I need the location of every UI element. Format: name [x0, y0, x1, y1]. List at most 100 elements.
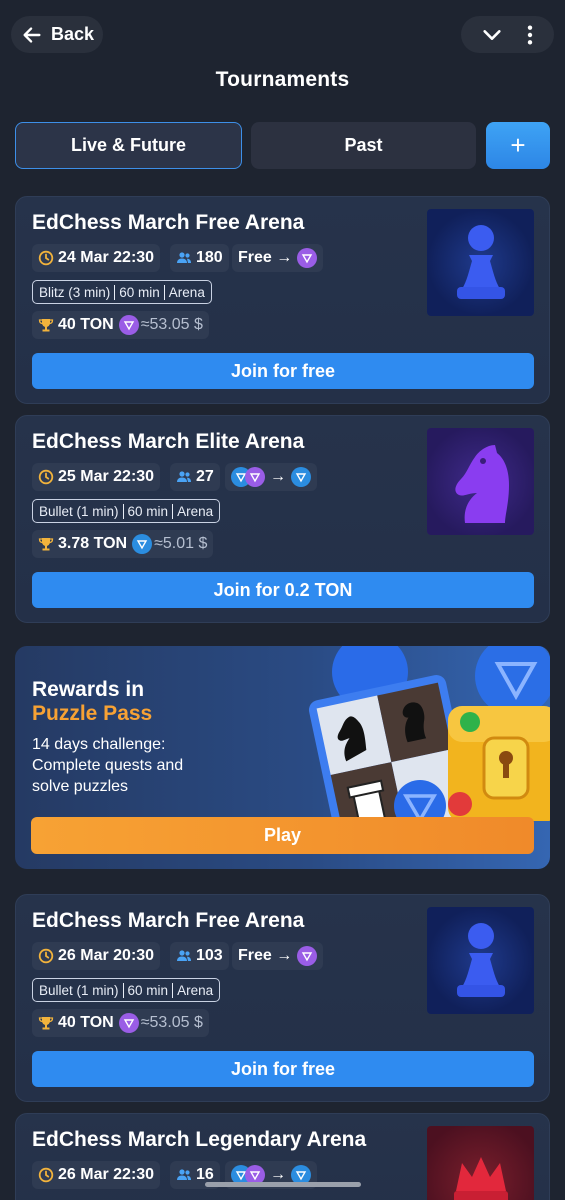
players-chip: 103 — [170, 942, 229, 970]
tournament-thumbnail — [427, 209, 534, 316]
tournament-thumbnail — [427, 907, 534, 1014]
tournament-card[interactable]: EdChess March Free Arena 24 Mar 22:30 18… — [15, 196, 550, 404]
tournament-card[interactable]: EdChess March Free Arena 26 Mar 20:30 10… — [15, 894, 550, 1102]
purple-token-icon — [118, 1013, 139, 1033]
promo-description: 14 days challenge: Complete quests and s… — [32, 736, 184, 795]
tournament-title: EdChess March Free Arena — [32, 211, 305, 234]
users-icon — [177, 950, 191, 961]
top-bar: Back — [0, 0, 565, 60]
players-chip: 27 — [170, 463, 220, 491]
purple-token-icon — [297, 946, 318, 966]
time-control: Blitz (3 min) — [39, 284, 111, 300]
home-indicator — [205, 1182, 361, 1187]
arrow-left-icon — [23, 26, 41, 43]
entry-chip: → — [225, 463, 317, 491]
clock-icon — [38, 469, 54, 485]
divider — [172, 982, 174, 998]
users-icon — [177, 471, 191, 482]
back-label: Back — [51, 24, 95, 44]
tournament-title: EdChess March Elite Arena — [32, 430, 305, 453]
tournament-date: 24 Mar 22:30 — [58, 249, 155, 266]
trophy-icon — [38, 319, 54, 332]
tournament-type: Arena — [177, 503, 214, 519]
entry-chip: Free → — [232, 942, 324, 970]
back-button[interactable]: Back — [11, 16, 103, 53]
prize-amount: 40 TON — [58, 1014, 114, 1031]
format-tags: Blitz (3 min) 60 min Arena — [32, 280, 212, 304]
pawn-icon — [456, 922, 505, 997]
tournament-thumbnail — [427, 428, 534, 535]
prize-chip: 40 TON ≈53.05 $ — [32, 1009, 209, 1037]
duration: 60 min — [119, 284, 160, 300]
divider — [163, 284, 165, 300]
entry-label: Free → — [238, 947, 293, 964]
tournament-thumbnail — [427, 1126, 534, 1200]
tournament-type: Arena — [168, 284, 205, 300]
knight-icon — [454, 444, 509, 523]
trophy-icon — [38, 1017, 54, 1030]
purple-token-icon — [297, 248, 318, 268]
play-button[interactable]: Play — [31, 817, 534, 854]
king-icon — [453, 1157, 508, 1200]
users-icon — [177, 252, 191, 263]
players-chip: 180 — [170, 244, 229, 272]
tab-live-future[interactable]: Live & Future — [15, 122, 242, 169]
prize-amount: 3.78 TON — [58, 535, 128, 552]
divider — [114, 284, 116, 300]
tournament-title: EdChess March Legendary Arena — [32, 1128, 367, 1151]
join-button[interactable]: Join for free — [32, 353, 534, 389]
join-button[interactable]: Join for 0.2 TON — [32, 572, 534, 608]
prize-amount: 40 TON — [58, 316, 114, 333]
page-title: Tournaments — [215, 68, 350, 91]
add-tournament-button[interactable]: + — [486, 122, 550, 169]
purple-token-icon — [245, 467, 265, 487]
duration: 60 min — [127, 982, 169, 998]
tournament-date: 25 Mar 22:30 — [58, 468, 155, 485]
format-tags: Bullet (1 min) 60 min Arena — [32, 499, 221, 523]
players-count: 27 — [196, 468, 214, 485]
clock-icon — [38, 1167, 54, 1183]
window-controls — [461, 16, 554, 53]
tournament-title: EdChess March Free Arena — [32, 909, 305, 932]
chevron-down-icon[interactable] — [481, 24, 503, 46]
entry-label: Free → — [238, 249, 293, 266]
divider — [122, 503, 124, 519]
promo-subtitle: Puzzle Pass — [32, 702, 153, 725]
join-button[interactable]: Join for free — [32, 1051, 534, 1087]
prize-usd: ≈53.05 $ — [140, 316, 203, 333]
tournament-type: Arena — [177, 982, 214, 998]
trophy-icon — [38, 538, 54, 551]
more-vertical-icon[interactable] — [526, 24, 534, 46]
time-control: Bullet (1 min) — [39, 503, 119, 519]
date-chip: 26 Mar 20:30 — [32, 942, 161, 970]
divider — [122, 982, 124, 998]
tournament-card[interactable]: EdChess March Elite Arena 25 Mar 22:30 2… — [15, 415, 550, 623]
entry-label: → — [270, 468, 286, 485]
date-chip: 26 Mar 22:30 — [32, 1161, 161, 1189]
clock-icon — [38, 250, 54, 266]
date-chip: 25 Mar 22:30 — [32, 463, 161, 491]
prize-chip: 40 TON ≈53.05 $ — [32, 311, 209, 339]
format-tags: Bullet (1 min) 60 min Arena — [32, 978, 221, 1002]
entry-chip: Free → — [232, 244, 324, 272]
date-chip: 24 Mar 22:30 — [32, 244, 161, 272]
pawn-icon — [456, 224, 505, 299]
tab-bar: Live & Future Past + — [15, 122, 550, 169]
prize-chip: 3.78 TON ≈5.01 $ — [32, 530, 214, 558]
duration: 60 min — [127, 503, 169, 519]
tournament-date: 26 Mar 20:30 — [58, 947, 155, 964]
tournament-date: 26 Mar 22:30 — [58, 1166, 155, 1183]
clock-icon — [38, 948, 54, 964]
players-count: 180 — [196, 249, 223, 266]
players-count: 103 — [196, 947, 223, 964]
tab-past[interactable]: Past — [251, 122, 476, 169]
puzzle-pass-banner[interactable]: Rewards in Puzzle Pass 14 days challenge… — [15, 646, 550, 869]
blue-token-icon — [132, 534, 153, 554]
divider — [172, 503, 174, 519]
promo-title: Rewards in — [32, 678, 145, 701]
prize-usd: ≈53.05 $ — [140, 1014, 203, 1031]
blue-token-icon — [291, 467, 311, 487]
users-icon — [177, 1169, 191, 1180]
time-control: Bullet (1 min) — [39, 982, 119, 998]
prize-usd: ≈5.01 $ — [154, 535, 208, 552]
